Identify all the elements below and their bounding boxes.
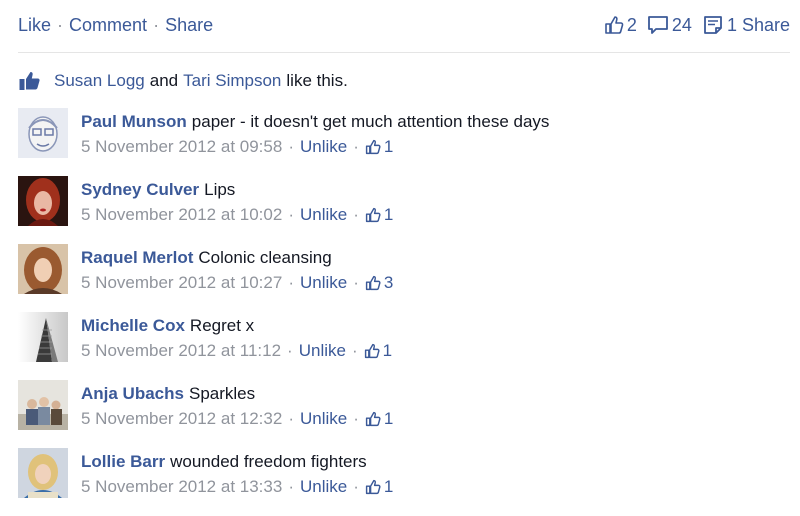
unlike-link[interactable]: Unlike: [300, 474, 347, 500]
avatar[interactable]: [18, 448, 68, 498]
separator-dot: ·: [288, 205, 294, 224]
comment-text: Colonic cleansing: [198, 248, 332, 267]
comment-timestamp[interactable]: 5 November 2012 at 10:27: [81, 270, 282, 296]
comment-text: Regret x: [189, 316, 255, 335]
separator-dot: ·: [288, 477, 294, 496]
separator-dot: ·: [57, 14, 64, 35]
separator-dot: ·: [353, 205, 359, 224]
likes-count: 2: [626, 14, 637, 35]
post-stats: 2 24 1 Share: [594, 15, 790, 36]
comment-timestamp[interactable]: 5 November 2012 at 12:32: [81, 406, 282, 432]
separator-dot: ·: [353, 409, 359, 428]
comment-bubble-icon: [648, 16, 668, 34]
separator-dot: ·: [351, 341, 358, 360]
shares-count: 1 Share: [726, 14, 790, 35]
comment-author[interactable]: Lollie Barr: [81, 452, 165, 471]
likes-summary: Susan Logg and Tari Simpson like this.: [18, 68, 348, 94]
comment-item: Lollie Barr wounded freedom fighters 5 No…: [18, 448, 790, 500]
comment-author[interactable]: Sydney Culver: [81, 180, 199, 199]
likes-stat[interactable]: 2: [604, 15, 637, 36]
thumbs-up-icon: [364, 343, 380, 359]
comment-like-count[interactable]: 1: [365, 406, 393, 432]
comment-timestamp[interactable]: 5 November 2012 at 10:02: [81, 202, 282, 228]
avatar[interactable]: [18, 176, 68, 226]
unlike-link[interactable]: Unlike: [300, 202, 347, 228]
thumbs-up-icon: [365, 275, 381, 291]
comment-text: paper - it doesn't get much attention th…: [191, 112, 550, 131]
comment-link[interactable]: Comment: [69, 15, 147, 36]
liker-link[interactable]: Tari Simpson: [183, 71, 281, 91]
comment-timestamp[interactable]: 5 November 2012 at 11:12: [81, 338, 281, 364]
thumbs-up-icon: [605, 16, 624, 34]
comment-like-count[interactable]: 1: [365, 202, 393, 228]
avatar[interactable]: [18, 108, 68, 158]
separator-dot: ·: [288, 409, 294, 428]
comment-author[interactable]: Michelle Cox: [81, 316, 185, 335]
likes-suffix-text: like this.: [286, 71, 348, 90]
comment-like-count[interactable]: 1: [364, 338, 392, 364]
post-actions-bar: Like · Comment · Share 2 24 1 Share: [18, 12, 790, 38]
comments-count: 24: [671, 14, 692, 35]
liker-link[interactable]: Susan Logg: [54, 71, 145, 91]
unlike-link[interactable]: Unlike: [300, 134, 347, 160]
comment-text: wounded freedom fighters: [170, 452, 367, 471]
comment-item: Michelle Cox Regret x 5 November 2012 at …: [18, 312, 790, 364]
share-doc-icon: [704, 16, 722, 34]
avatar[interactable]: [18, 312, 68, 362]
comment-timestamp[interactable]: 5 November 2012 at 13:33: [81, 474, 282, 500]
comment-item: Sydney Culver Lips 5 November 2012 at 10:…: [18, 176, 790, 228]
comment-like-count[interactable]: 1: [365, 474, 393, 500]
thumbs-up-icon: [365, 411, 381, 427]
separator-dot: ·: [353, 477, 359, 496]
avatar[interactable]: [18, 244, 68, 294]
avatar[interactable]: [18, 380, 68, 430]
comment-list: Paul Munson paper - it doesn't get much a…: [18, 108, 790, 516]
comment-author[interactable]: Raquel Merlot: [81, 248, 193, 267]
comment-item: Anja Ubachs Sparkles 5 November 2012 at 1…: [18, 380, 790, 432]
comment-like-count[interactable]: 1: [365, 134, 393, 160]
comment-author[interactable]: Anja Ubachs: [81, 384, 184, 403]
thumbs-up-icon: [365, 139, 381, 155]
comment-item: Paul Munson paper - it doesn't get much a…: [18, 108, 790, 160]
separator-dot: ·: [288, 137, 294, 156]
comment-text: Sparkles: [188, 384, 256, 403]
separator-dot: ·: [353, 137, 359, 156]
comment-timestamp[interactable]: 5 November 2012 at 09:58: [81, 134, 282, 160]
separator-dot: ·: [353, 273, 359, 292]
share-link[interactable]: Share: [165, 15, 213, 36]
unlike-link[interactable]: Unlike: [299, 338, 346, 364]
likes-and-text: and: [149, 71, 179, 90]
separator-dot: ·: [288, 273, 294, 292]
divider: [18, 52, 790, 53]
comment-text: Lips: [204, 180, 236, 199]
separator-dot: ·: [287, 341, 293, 360]
unlike-link[interactable]: Unlike: [300, 406, 347, 432]
comments-stat[interactable]: 24: [647, 15, 692, 36]
thumbs-up-icon: [19, 72, 40, 90]
thumbs-up-icon: [365, 207, 381, 223]
like-link[interactable]: Like: [18, 15, 51, 36]
shares-stat[interactable]: 1 Share: [702, 15, 790, 36]
thumbs-up-icon: [365, 479, 381, 495]
separator-dot: ·: [153, 14, 160, 35]
comment-item: Raquel Merlot Colonic cleansing 5 Novembe…: [18, 244, 790, 296]
comment-author[interactable]: Paul Munson: [81, 112, 187, 131]
comment-like-count[interactable]: 3: [365, 270, 393, 296]
unlike-link[interactable]: Unlike: [300, 270, 347, 296]
post-actions: Like · Comment · Share: [18, 15, 213, 36]
